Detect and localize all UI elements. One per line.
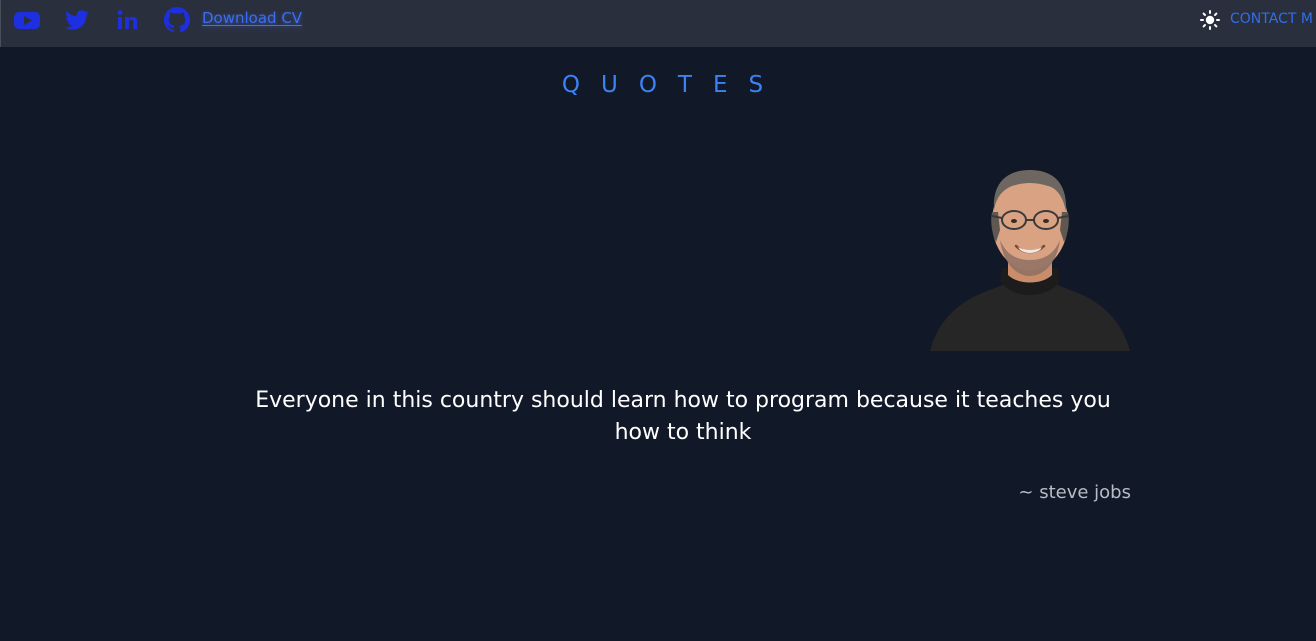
youtube-icon <box>14 12 40 29</box>
sun-icon <box>1200 10 1220 30</box>
twitter-icon <box>65 10 89 30</box>
quote-text: Everyone in this country should learn ho… <box>255 388 1111 445</box>
linkedin-link[interactable] <box>115 7 141 33</box>
github-icon <box>164 7 190 33</box>
quote-author: ~ steve jobs <box>1018 482 1131 503</box>
theme-toggle-button[interactable] <box>1200 10 1220 30</box>
section-title: QUOTES <box>561 72 785 98</box>
contact-me-link[interactable]: CONTACT M <box>1230 11 1313 27</box>
youtube-link[interactable] <box>13 7 41 33</box>
author-portrait <box>930 150 1130 351</box>
twitter-link[interactable] <box>63 7 91 33</box>
download-cv-link[interactable]: Download CV <box>202 9 302 27</box>
linkedin-icon <box>117 10 138 29</box>
top-navbar: Download CV CONTACT M <box>0 0 1316 47</box>
github-link[interactable] <box>164 7 190 33</box>
